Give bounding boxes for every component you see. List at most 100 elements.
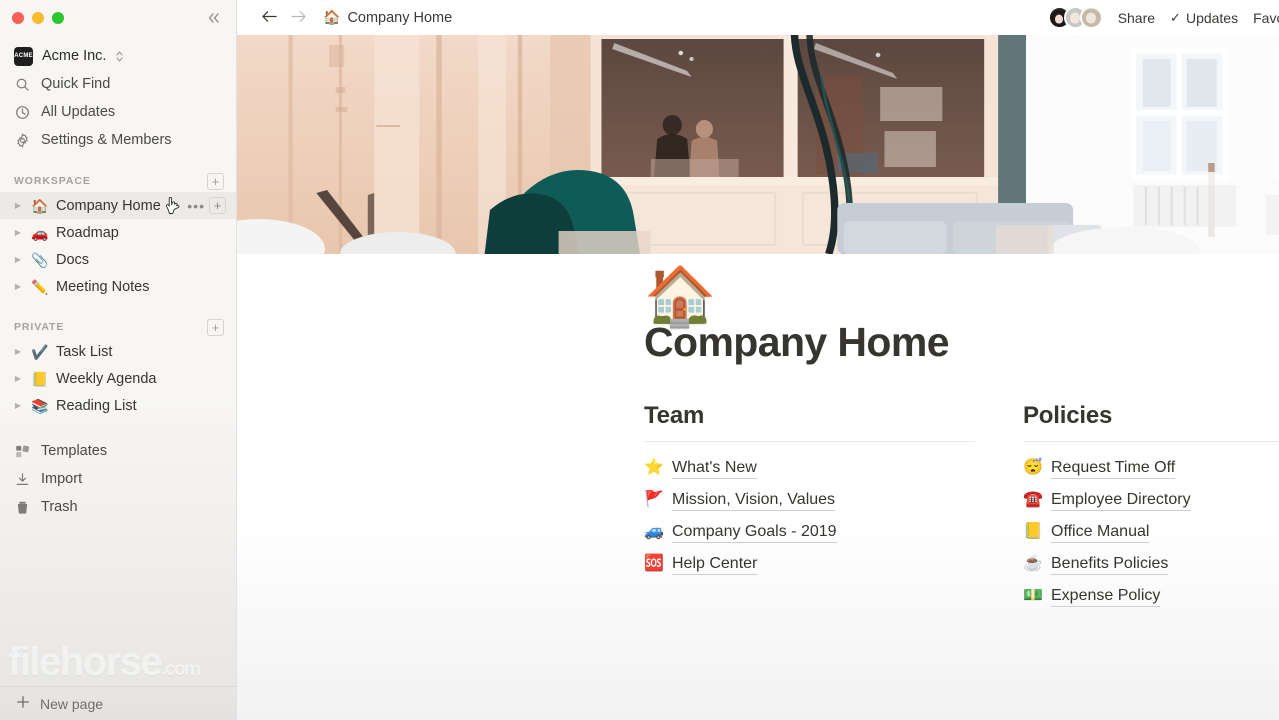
expand-triangle-icon[interactable]: ▶ [12,347,24,356]
page-emoji-icon: 📚 [31,397,49,414]
sidebar-item-all-updates[interactable]: All Updates [0,98,236,126]
expand-triangle-icon[interactable]: ▶ [12,374,24,383]
sidebar-item-roadmap[interactable]: ▶ 🚗 Roadmap [0,219,236,246]
sidebar-item-reading-list[interactable]: ▶ 📚 Reading List [0,392,236,419]
gear-icon [14,132,30,148]
page-cover-image[interactable] [237,35,1279,254]
sidebar-item-weekly-agenda[interactable]: ▶ 📒 Weekly Agenda [0,365,236,392]
check-icon: ✓ [1170,9,1181,25]
chevrons-left-icon [208,13,219,23]
collapse-sidebar-icon[interactable] [202,6,226,30]
sidebar-item-label: Import [41,471,83,487]
top-bar-actions: Share ✓ Updates Favorite ••• [1047,6,1279,29]
trash-icon [14,499,30,515]
page-link-label: Help Center [672,553,758,576]
main-content: 🏠 Company Home Share ✓ Updates Favorite [237,0,1279,720]
sidebar-item-import[interactable]: Import [0,465,236,493]
expand-triangle-icon[interactable]: ▶ [12,282,24,291]
sidebar-item-label: Company Home [56,197,161,214]
app-window: ACME Acme Inc. Quick Find All Updates Se… [0,0,1279,720]
maximize-window-button[interactable] [52,12,64,24]
link-emoji-icon: ⭐ [644,459,664,477]
page-title[interactable]: Company Home [644,319,1279,365]
expand-triangle-icon[interactable]: ▶ [12,255,24,264]
sidebar: ACME Acme Inc. Quick Find All Updates Se… [0,0,237,720]
new-page-label: New page [40,695,104,712]
window-titlebar [0,0,236,36]
updates-button[interactable]: ✓ Updates [1170,10,1238,26]
page-link-employee-directory[interactable]: ☎️ Employee Directory [1023,484,1279,516]
page-emoji-icon: ✏️ [31,278,49,295]
sidebar-item-meeting-notes[interactable]: ▶ ✏️ Meeting Notes [0,273,236,300]
add-private-page-button[interactable]: + [207,318,224,336]
divider [1023,441,1279,443]
workspace-name: Acme Inc. [42,48,107,64]
cover-illustration [237,35,1279,254]
column-heading: Team [644,402,705,430]
avatar[interactable] [1079,6,1103,29]
favorite-label: Favorite [1253,9,1279,26]
sidebar-item-templates[interactable]: Templates [0,437,236,465]
minimize-window-button[interactable] [32,12,44,24]
page-link-request-time-off[interactable]: 😴 Request Time Off [1023,452,1279,484]
import-download-icon [14,471,30,487]
traffic-lights [12,12,64,24]
expand-triangle-icon[interactable]: ▶ [12,401,24,410]
link-emoji-icon: 💵 [1023,587,1043,605]
close-window-button[interactable] [12,12,24,24]
collaborator-avatars[interactable] [1047,6,1103,29]
watermark-tld: .com [161,659,201,680]
sidebar-item-label: Quick Find [41,76,111,92]
page-link-label: Office Manual [1051,521,1150,544]
expand-triangle-icon[interactable]: ▶ [12,201,24,210]
sidebar-bottom-nav: Templates Import Trash [0,437,236,521]
sidebar-item-label: All Updates [41,104,116,120]
link-emoji-icon: 🚩 [644,491,664,509]
sidebar-item-label: Task List [56,343,113,360]
sidebar-item-trash[interactable]: Trash [0,493,236,521]
arrow-left-icon [262,10,277,22]
page-link-mission-vision-values[interactable]: 🚩 Mission, Vision, Values [644,484,975,516]
add-subpage-button[interactable]: + [209,197,226,214]
sidebar-item-label: Trash [41,499,78,515]
page-link-label: Employee Directory [1051,489,1191,512]
templates-icon [14,443,30,459]
sidebar-item-task-list[interactable]: ▶ ✔️ Task List [0,338,236,365]
sidebar-item-docs[interactable]: ▶ 📎 Docs [0,246,236,273]
page-icon-emoji[interactable]: 🏠 [644,268,716,326]
link-emoji-icon: 🚙 [644,523,664,541]
page-link-company-goals-2019[interactable]: 🚙 Company Goals - 2019 [644,516,975,548]
sidebar-item-label: Templates [41,443,108,459]
section-header-private: PRIVATE + [0,316,236,338]
new-page-button[interactable]: New page [0,686,237,720]
page-more-options-button[interactable]: ••• [187,199,205,213]
sidebar-item-quick-find[interactable]: Quick Find [0,70,236,98]
column-heading: Policies [1023,402,1113,430]
page-body: 🏠 Company Home Team ⭐ What's New 🚩 Missi… [237,268,1279,612]
forward-navigation-button[interactable] [284,9,313,27]
page-link-label: Request Time Off [1051,457,1176,480]
page-link-help-center[interactable]: 🆘 Help Center [644,548,975,580]
page-link-expense-policy[interactable]: 💵 Expense Policy [1023,580,1279,612]
favorite-button[interactable]: Favorite [1253,10,1279,26]
back-navigation-button[interactable] [255,9,284,27]
page-link-label: Company Goals - 2019 [672,521,837,544]
share-button[interactable]: Share [1118,10,1155,26]
breadcrumb-emoji-icon: 🏠 [323,9,341,25]
page-link-benefits-policies[interactable]: ☕ Benefits Policies [1023,548,1279,580]
sidebar-item-settings-members[interactable]: Settings & Members [0,126,236,154]
breadcrumb[interactable]: 🏠 Company Home [323,9,452,26]
add-workspace-page-button[interactable]: + [207,172,224,190]
page-emoji-icon: 📎 [31,251,49,268]
page-link-office-manual[interactable]: 📒 Office Manual [1023,516,1279,548]
sidebar-item-label: Weekly Agenda [56,370,157,387]
watermark-name: filehorse [8,640,163,684]
page-link-whats-new[interactable]: ⭐ What's New [644,452,975,484]
expand-triangle-icon[interactable]: ▶ [12,228,24,237]
workspace-logo: ACME [14,46,33,66]
sidebar-item-label: Reading List [56,397,137,414]
sidebar-item-company-home[interactable]: ▶ 🏠 Company Home ••• + [0,192,236,219]
link-emoji-icon: ☎️ [1023,491,1043,509]
workspace-switcher[interactable]: ACME Acme Inc. [0,42,236,70]
search-icon [14,76,30,92]
